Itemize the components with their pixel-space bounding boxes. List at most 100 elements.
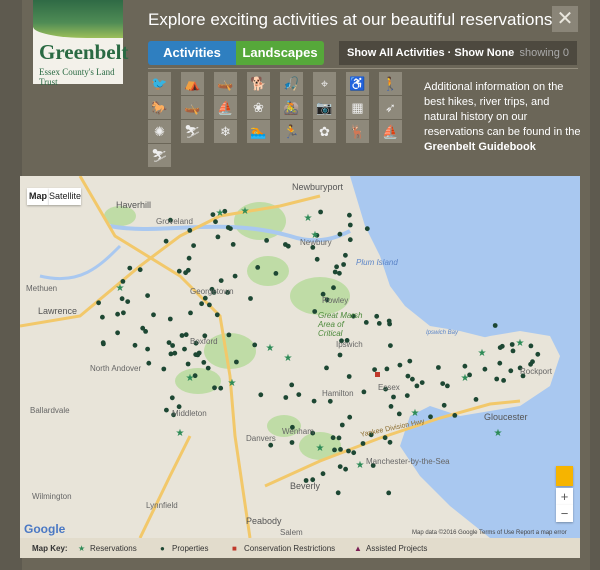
zoom-out-button[interactable]: − <box>556 505 573 522</box>
property-marker <box>331 285 336 291</box>
property-marker <box>337 464 343 469</box>
sailing-icon[interactable]: ⛵ <box>379 120 402 143</box>
kayaking-icon[interactable]: 🛶 <box>181 96 204 119</box>
property-marker <box>96 300 101 306</box>
google-logo[interactable]: Google <box>24 522 65 536</box>
map-label-newbury: Newbury <box>300 238 332 247</box>
guidebook-link[interactable]: Greenbelt Guidebook <box>424 141 536 153</box>
show-all-none-links[interactable]: Show All Activities · Show None <box>347 41 514 65</box>
property-marker <box>347 237 353 243</box>
nature-icon[interactable]: ❀ <box>247 96 270 119</box>
map-label-hamilton: Hamilton <box>322 389 354 398</box>
map-type-map-button[interactable]: Map <box>27 188 49 205</box>
bird-feeding-icon[interactable]: ✺ <box>148 120 171 143</box>
reservation-star-icon: ★ <box>78 544 86 553</box>
property-marker <box>145 293 150 298</box>
property-marker <box>341 262 346 267</box>
reservation-marker: ★ <box>186 373 195 384</box>
boating-icon[interactable]: ⛵ <box>214 96 237 119</box>
swimming-icon[interactable]: 🏊 <box>247 120 270 143</box>
property-marker <box>115 311 120 317</box>
property-marker <box>226 332 232 338</box>
map-label-beverly: Beverly <box>290 481 321 491</box>
property-marker <box>338 447 343 452</box>
cross-country-skiing-icon[interactable]: ⛷ <box>181 120 204 143</box>
map-label-lawrence: Lawrence <box>38 306 78 316</box>
reservation-marker: ★ <box>266 343 275 354</box>
wildlife-icon[interactable]: 🦌 <box>346 120 369 143</box>
street-view-pegman-icon[interactable] <box>556 466 573 486</box>
property-marker <box>320 471 326 477</box>
canoeing-icon[interactable]: 🛶 <box>214 72 237 95</box>
guidebook-info: Additional information on the best hikes… <box>424 80 584 155</box>
hiking-icon[interactable]: 🚶 <box>379 72 402 95</box>
horseback-riding-icon[interactable]: 🐎 <box>148 96 171 119</box>
fishing-icon[interactable]: 🎣 <box>280 72 303 95</box>
property-marker <box>419 380 425 385</box>
property-marker <box>119 296 125 302</box>
property-marker <box>140 325 146 331</box>
map-label-ipswich: Ipswich <box>336 340 363 349</box>
handicap-access-icon[interactable]: ♿ <box>346 72 369 95</box>
property-marker <box>285 243 291 249</box>
property-marker <box>214 312 220 318</box>
property-marker <box>528 361 533 367</box>
greenbelt-logo[interactable]: Greenbelt Essex County's Land Trust <box>33 0 128 87</box>
property-marker <box>273 271 279 276</box>
property-marker <box>535 351 541 357</box>
property-marker <box>191 243 197 248</box>
hunting-icon[interactable]: ➶ <box>379 96 402 119</box>
geocaching-icon[interactable]: ⌖ <box>313 72 336 95</box>
property-marker <box>414 383 420 389</box>
property-marker <box>440 381 446 386</box>
property-marker <box>202 295 208 301</box>
map-credits[interactable]: Map data ©2016 Google Terms of Use Repor… <box>412 530 567 536</box>
camping-icon[interactable]: ⛺ <box>181 72 204 95</box>
property-marker <box>407 358 413 364</box>
property-marker <box>212 385 217 391</box>
property-marker <box>182 346 187 352</box>
property-marker <box>347 222 353 228</box>
property-marker <box>324 365 329 371</box>
reservation-marker: ★ <box>411 408 420 419</box>
property-marker <box>185 361 191 367</box>
property-marker <box>445 383 450 389</box>
property-marker <box>199 301 205 307</box>
property-marker <box>410 376 415 382</box>
tab-activities[interactable]: Activities <box>148 41 236 65</box>
map-label-ballardvale: Ballardvale <box>30 406 70 415</box>
property-marker <box>151 312 156 318</box>
property-marker <box>335 490 341 496</box>
birding-icon[interactable]: 🐦 <box>148 72 171 95</box>
zoom-in-button[interactable]: + <box>556 488 573 505</box>
reservation-marker: ★ <box>461 373 470 384</box>
show-filter-bar: Show All Activities · Show None showing … <box>339 41 577 65</box>
property-marker <box>268 442 274 448</box>
property-marker <box>289 440 295 445</box>
tab-landscapes[interactable]: Landscapes <box>236 41 324 65</box>
property-marker <box>145 346 150 352</box>
property-marker <box>397 362 403 368</box>
dog-walking-icon[interactable]: 🐕 <box>247 72 270 95</box>
mountain-biking-icon[interactable]: 🚵 <box>280 96 303 119</box>
trail-running-icon[interactable]: 🏃 <box>280 120 303 143</box>
snowshoeing-icon[interactable]: ❄ <box>214 120 237 143</box>
property-marker <box>127 265 133 271</box>
property-marker <box>264 238 269 243</box>
property-marker <box>528 343 534 349</box>
property-marker <box>351 450 357 456</box>
property-marker <box>121 310 126 316</box>
map-key-assisted: Assisted Projects <box>366 544 428 553</box>
garden-icon[interactable]: ✿ <box>313 120 336 143</box>
close-button[interactable]: ✕ <box>552 6 578 32</box>
assisted-triangle-icon: ▲ <box>354 544 362 553</box>
photography-icon[interactable]: 📷 <box>313 96 336 119</box>
property-marker <box>332 269 338 275</box>
skiing-icon[interactable]: ⛷ <box>148 144 171 167</box>
property-marker <box>163 238 169 244</box>
map-type-satellite-button[interactable]: Satellite <box>49 188 81 205</box>
map-label-manchester: Manchester-by-the-Sea <box>366 457 450 466</box>
logo-swoosh <box>33 0 123 38</box>
property-marker <box>382 435 388 441</box>
picnic-icon[interactable]: ▦ <box>346 96 369 119</box>
